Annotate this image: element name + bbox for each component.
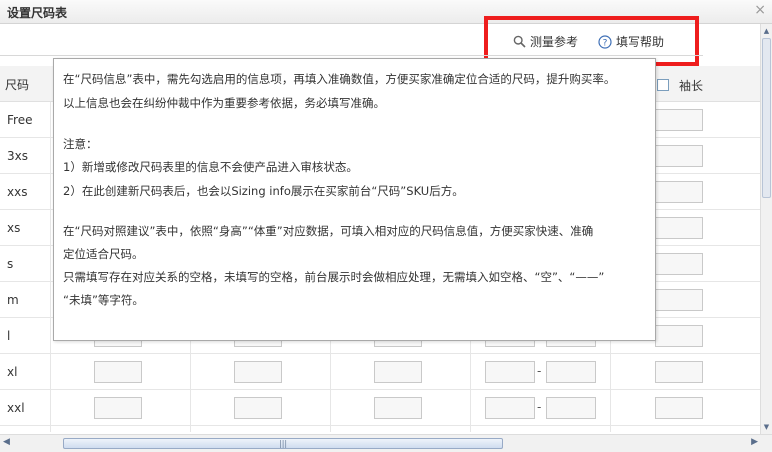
range-max-input[interactable] [546,397,596,419]
vertical-scroll-thumb[interactable] [762,38,771,198]
measurement-input[interactable] [94,397,142,419]
size-label: s [7,257,14,271]
sleeve-length-input[interactable] [655,145,703,167]
sleeve-length-input[interactable] [655,289,703,311]
tooltip-line: 2）在此创建新尺码表后，也会以Sizing info展示在买家前台“尺码”SKU… [63,184,464,198]
size-label: xl [7,365,18,379]
horizontal-scrollbar[interactable]: ◀ ||| ▶ [0,434,772,452]
size-label: Free [7,113,33,127]
sleeve-length-input[interactable] [655,325,703,347]
size-label: xxl [7,401,25,415]
range-min-input[interactable] [485,361,535,383]
scroll-left-icon[interactable]: ◀ [3,437,10,447]
tooltip-line: 以上信息也会在纠纷仲裁中作为重要参考依据，务必填写准确。 [63,96,385,110]
range-min-input[interactable] [485,397,535,419]
tooltip-line: 注意： [63,137,98,151]
tooltip-line: 1）新增或修改尺码表里的信息不会使产品进入审核状态。 [63,160,358,174]
measurement-input[interactable] [374,397,422,419]
sleeve-length-input[interactable] [655,217,703,239]
measurement-input[interactable] [94,361,142,383]
grip-icon: ||| [279,439,288,448]
help-tooltip: 在“尺码信息”表中，需先勾选启用的信息项，再填入准确数值，方便买家准确定位合适的… [53,58,656,341]
scroll-right-icon[interactable]: ▶ [751,437,758,447]
size-label: l [7,329,11,343]
sleeve-length-header: 袖长 [679,79,704,93]
measurement-input[interactable] [234,361,282,383]
tooltip-line: “未填”等字符。 [63,293,144,307]
range-separator: - [537,400,542,414]
measurement-input[interactable] [234,397,282,419]
size-label: m [7,293,19,307]
tooltip-line: 在“尺码对照建议”表中，依照“身高”“体重”对应数据，可填入相对应的尺码信息值，… [63,224,594,238]
measurement-input[interactable] [374,361,422,383]
sleeve-length-input[interactable] [655,253,703,275]
close-icon[interactable]: × [754,2,766,18]
sleeve-length-checkbox[interactable] [657,79,669,91]
range-separator: - [537,364,542,378]
size-label: xs [7,221,21,235]
sleeve-length-input[interactable] [655,397,703,419]
sleeve-length-input[interactable] [655,109,703,131]
sleeve-length-input[interactable] [655,361,703,383]
tooltip-line: 定位适合尺码。 [63,247,144,261]
sleeve-length-input[interactable] [655,181,703,203]
range-max-input[interactable] [546,361,596,383]
dialog-title: 设置尺码表 [7,6,68,20]
scroll-up-icon[interactable]: ▲ [762,26,771,36]
scroll-down-icon[interactable]: ▼ [762,422,771,432]
size-column-header: 尺码 [5,78,30,92]
tooltip-line: 在“尺码信息”表中，需先勾选启用的信息项，再填入准确数值，方便买家准确定位合适的… [63,72,616,86]
horizontal-scroll-thumb[interactable]: ||| [63,438,503,449]
size-label: 3xs [7,149,28,163]
vertical-scrollbar[interactable]: ▲ ▼ [760,24,772,434]
size-label: xxs [7,185,28,199]
toolbar-divider [0,55,703,56]
tooltip-line: 只需填写存在对应关系的空格，未填写的空格，前台展示时会做相应处理，无需填入如空格… [63,270,605,284]
